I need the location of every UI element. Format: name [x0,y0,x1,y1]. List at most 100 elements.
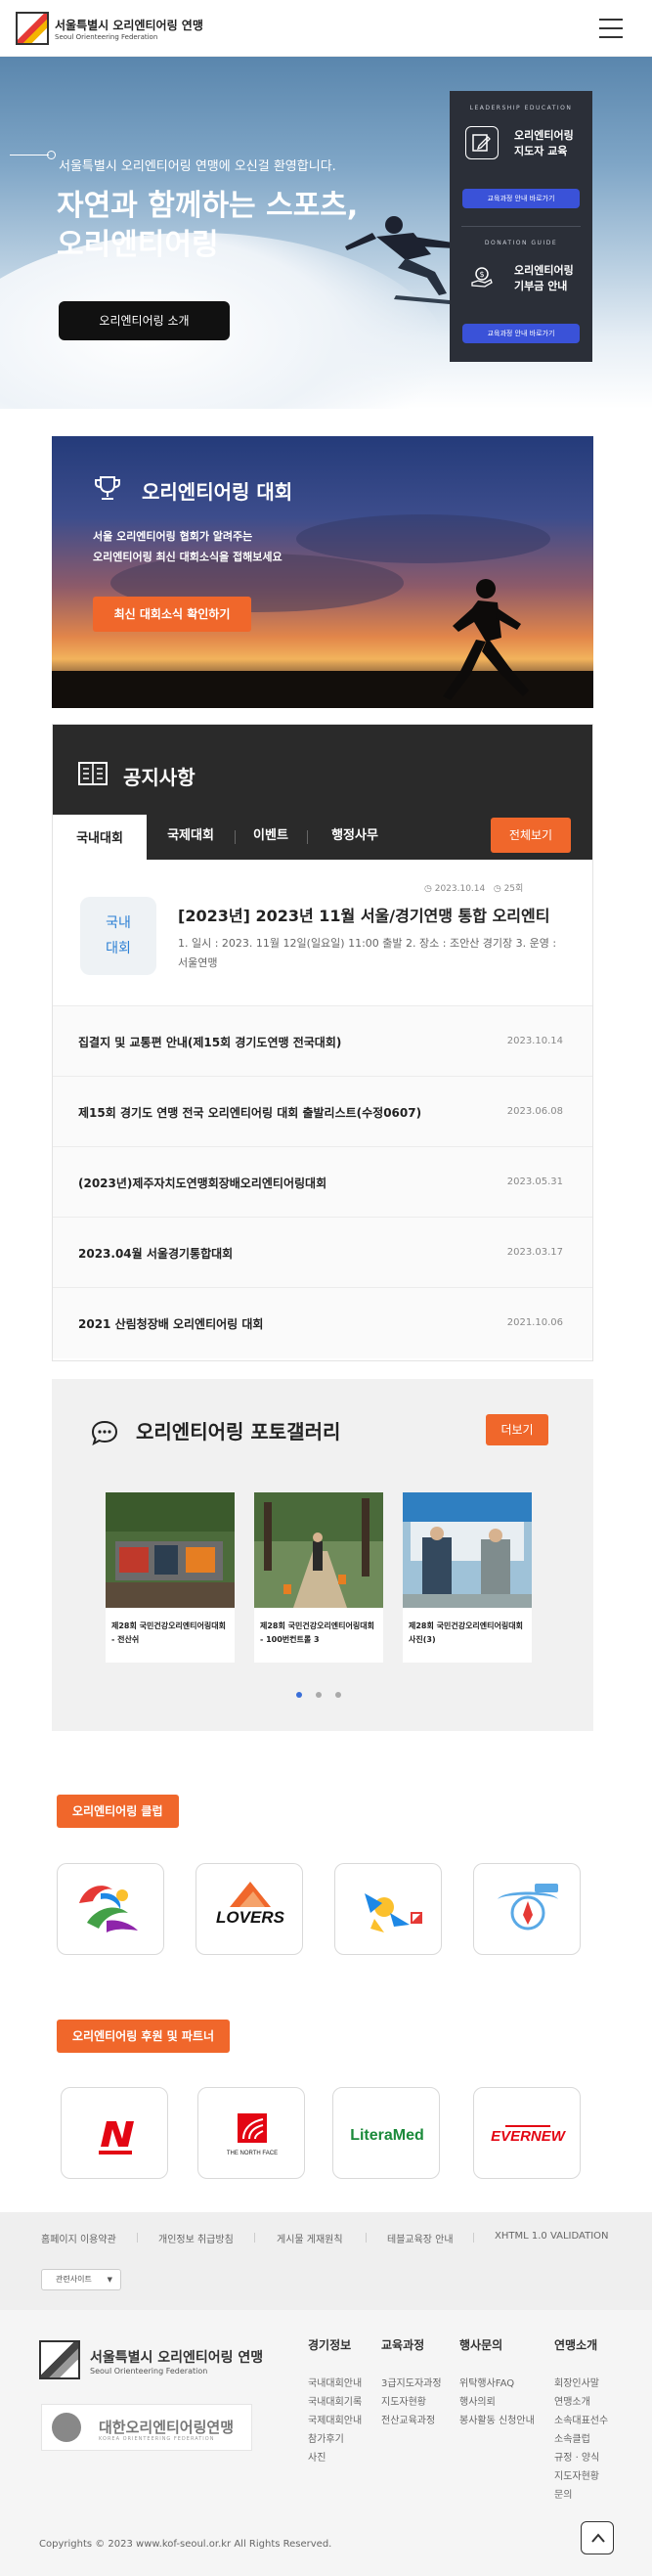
partner-logo-tile[interactable]: LiteraMed [332,2087,440,2179]
footer-col-item[interactable]: 연맹소개 [554,2393,590,2408]
quick-links-panel: LEADERSHIP EDUCATION 오리엔티어링 지도자 교육 교육과정 … [450,91,592,362]
site-logo-icon[interactable] [16,12,49,45]
featured-body: 1. 일시 : 2023. 11월 12일(일요일) 11:00 출발 2. 장… [178,937,557,969]
featured-category-line2: 대회 [106,941,131,956]
site-subtitle: Seoul Orienteering Federation [55,33,158,41]
hamburger-menu-icon[interactable] [599,19,623,38]
views-icon: ◷ [493,884,504,894]
club-logo-icon [365,1893,422,1932]
hero-lead-dot [47,151,56,159]
footer-col-item[interactable]: 전산교육과정 [381,2412,435,2426]
notice-row[interactable]: (2023년)제주자치도연맹회장배오리엔티어링대회 2023.05.31 [53,1147,592,1218]
footer-col-item[interactable]: 소속대표선수 [554,2412,608,2426]
gallery-caption: 제28회 국민건강오리엔티어링대회 - 전산쉬 [111,1621,226,1644]
partner-logo-tile[interactable]: EVERNEW [473,2087,581,2179]
kof-logo-banner[interactable]: 대한오리엔티어링연맹 KOREA ORIENTEERING FEDERATION [41,2404,252,2451]
club-logo-tile[interactable] [334,1863,442,1955]
featured-title[interactable]: [2023년] 2023년 11월 서울/경기연맹 통합 오리엔티 [178,903,579,926]
notice-row-title[interactable]: 제15회 경기도 연맹 전국 오리엔티어링 대회 출발리스트(수정0607) [78,1104,421,1121]
featured-category-badge: 국내 대회 [80,897,156,975]
footer-link-separator [254,2233,255,2243]
gallery-more-button[interactable]: 더보기 [486,1414,548,1445]
footer-col-item[interactable]: 규정 · 양식 [554,2449,599,2464]
chevron-down-icon: ▼ [107,2276,112,2284]
footer-link-terms[interactable]: 홈페이지 이용약관 [41,2231,116,2245]
footer-col-item[interactable]: 국내대회안내 [308,2375,362,2389]
notice-row-title[interactable]: 집결지 및 교통편 안내(제15회 경기도연맹 전국대회) [78,1034,341,1050]
latest-competition-button[interactable]: 최신 대회소식 확인하기 [93,597,251,632]
donation-caption: DONATION GUIDE [484,240,558,246]
footer-link-education-center[interactable]: 테블교육장 안내 [387,2231,454,2245]
notice-row[interactable]: 제15회 경기도 연맹 전국 오리엔티어링 대회 출발리스트(수정0607) 2… [53,1077,592,1147]
notice-row-title[interactable]: 2021 산림청장배 오리엔티어링 대회 [78,1315,263,1332]
site-title[interactable]: 서울특별시 오리엔티어링 연맹 [55,17,203,33]
gallery-card[interactable]: 제28회 국민건강오리엔티어링대회 사진(3) [403,1492,532,1663]
hero-welcome-text: 서울특별시 오리엔티어링 연맹에 오신걸 환영합니다. [59,159,336,174]
club-logo-tile[interactable]: LOVERS [196,1863,303,1955]
donation-link-button[interactable]: 교육과정 안내 바로가기 [462,324,580,343]
footer-col-item[interactable]: 행사의뢰 [459,2393,496,2408]
club-logo-tile[interactable] [57,1863,164,1955]
related-sites-select[interactable]: 관련사이트 ▼ [41,2269,121,2290]
education-title-line1: 오리엔티어링 [514,129,574,142]
runner-silhouette-image [443,579,529,700]
footer-col-item[interactable]: 위탁행사FAQ [459,2375,514,2389]
competition-desc: 서울 오리엔티어링 협회가 알려주는 오리엔티어링 최신 대회소식을 접해보세요 [93,526,283,567]
gallery-pagination [296,1692,355,1702]
education-block: LEADERSHIP EDUCATION 오리엔티어링 지도자 교육 교육과정 … [450,91,592,226]
footer-col-item[interactable]: 사진 [308,2449,326,2464]
footer-link-privacy[interactable]: 개인정보 취급방침 [158,2231,234,2245]
tab-domestic[interactable]: 국내대회 [53,815,147,860]
trophy-icon [95,476,120,500]
arrow-up-icon [591,2533,605,2543]
hero-title: 자연과 함께하는 스포츠, 오리엔티어링 [57,187,448,265]
notice-row[interactable]: 2021 산림청장배 오리엔티어링 대회 2021.10.06 [53,1288,592,1358]
svg-text:EVERNEW: EVERNEW [491,2128,567,2145]
footer-link-xhtml[interactable]: XHTML 1.0 VALIDATION [495,2231,609,2242]
partner-logo-tile[interactable] [61,2087,168,2179]
competition-banner: 오리엔티어링 대회 서울 오리엔티어링 협회가 알려주는 오리엔티어링 최신 대… [52,436,593,708]
footer-col-item[interactable]: 참가후기 [308,2430,344,2445]
competition-desc-line1: 서울 오리엔티어링 협회가 알려주는 [93,530,253,543]
notice-header: 공지사항 국내대회 국제대회 이벤트 행정사무 전체보기 [53,725,592,860]
footer-col-item[interactable]: 회장인사말 [554,2375,599,2389]
footer-col-item[interactable]: 국제대회안내 [308,2412,362,2426]
footer-col-heading: 행사문의 [459,2338,503,2352]
gallery-card[interactable]: 제28회 국민건강오리엔티어링대회 - 100번컨트롤 3 [254,1492,383,1663]
footer-col-item[interactable]: 지도자현황 [381,2393,426,2408]
tab-event[interactable]: 이벤트 [235,815,307,860]
footer-col-item[interactable]: 문의 [554,2486,572,2501]
notice-row-title[interactable]: (2023년)제주자치도연맹회장배오리엔티어링대회 [78,1175,326,1191]
footer-org-title: 서울특별시 오리엔티어링 연맹 [90,2350,264,2366]
footer-link-posting-policy[interactable]: 게시물 게재원칙 [277,2231,343,2245]
footer-col-item[interactable]: 국내대회기록 [308,2393,362,2408]
gallery-caption: 제28회 국민건강오리엔티어링대회 사진(3) [409,1621,523,1644]
notice-row[interactable]: 집결지 및 교통편 안내(제15회 경기도연맹 전국대회) 2023.10.14 [53,1006,592,1077]
partner-north-face-icon: THE NORTH FACE [227,2113,278,2156]
chat-bubble-icon [91,1420,118,1445]
pagination-dot[interactable] [335,1692,341,1698]
view-all-button[interactable]: 전체보기 [491,818,571,853]
gallery-card[interactable]: 제28회 국민건강오리엔티어링대회 - 전산쉬 [106,1492,235,1663]
footer-col-item[interactable]: 봉사활동 신청안내 [459,2412,535,2426]
notice-row-date: 2023.03.17 [506,1247,563,1258]
club-logo-tile[interactable] [473,1863,581,1955]
notice-row[interactable]: 2023.04월 서울경기통합대회 2023.03.17 [53,1218,592,1288]
pagination-dot[interactable] [296,1692,302,1698]
notice-row-title[interactable]: 2023.04월 서울경기통합대회 [78,1245,233,1262]
featured-category-line1: 국내 [106,915,131,931]
footer-col-item[interactable]: 소속클럽 [554,2430,590,2445]
intro-button[interactable]: 오리엔티어링 소개 [59,301,230,340]
featured-date: 2023.10.14 [434,884,486,894]
tab-international[interactable]: 국제대회 [147,815,235,860]
pagination-dot[interactable] [316,1692,322,1698]
tab-administration[interactable]: 행정사무 [307,815,403,860]
footer-col-item[interactable]: 지도자현황 [554,2467,599,2482]
partner-logo-tile[interactable]: THE NORTH FACE [197,2087,305,2179]
scroll-to-top-button[interactable] [581,2521,614,2554]
footer-col-item[interactable]: 3급지도자과정 [381,2375,442,2389]
footer-link-separator [366,2233,367,2243]
education-link-button[interactable]: 교육과정 안내 바로가기 [462,189,580,208]
gallery-photo [106,1492,235,1608]
svg-text:LOVERS: LOVERS [216,1908,285,1927]
